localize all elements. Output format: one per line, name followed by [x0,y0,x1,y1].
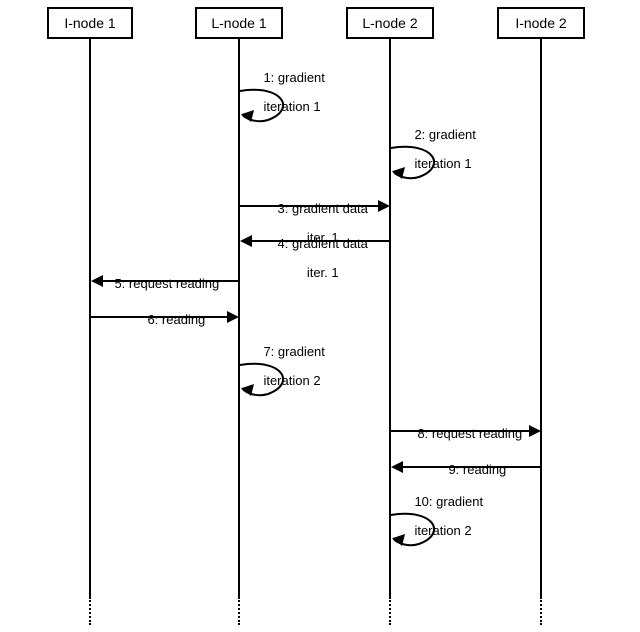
message-5-arrow [102,280,240,282]
participant-label: I-node 1 [64,15,115,31]
participant-label: L-node 1 [211,15,266,31]
self-loop-icon [238,88,298,133]
lifeline-dashed [389,597,391,625]
self-loop-icon [238,362,298,407]
message-8-arrow [391,430,531,432]
arrow-head-icon [91,275,103,287]
participant-label: I-node 2 [515,15,566,31]
participant-inode-2: I-node 2 [497,7,585,39]
lifeline-dashed [89,597,91,625]
lifeline-dashed [540,597,542,625]
self-loop-icon [389,512,449,557]
message-6-arrow [91,316,229,318]
participant-lnode-1: L-node 1 [195,7,283,39]
participant-inode-1: I-node 1 [47,7,133,39]
participant-lnode-2: L-node 2 [346,7,434,39]
message-4-arrow [251,240,391,242]
self-loop-icon [389,145,449,190]
message-3-arrow [240,205,380,207]
arrow-head-icon [227,311,239,323]
message-9-arrow [402,466,542,468]
arrow-head-icon [240,235,252,247]
lifeline-dashed [238,597,240,625]
arrow-head-icon [391,461,403,473]
arrow-head-icon [378,200,390,212]
message-4-label: 4: gradient data iter. 1 [258,223,373,294]
participant-label: L-node 2 [362,15,417,31]
arrow-head-icon [529,425,541,437]
lifeline-inode-2 [540,37,542,597]
sequence-diagram: I-node 1 L-node 1 L-node 2 I-node 2 1: g… [0,0,640,632]
message-6-label: 6: reading [133,299,205,342]
